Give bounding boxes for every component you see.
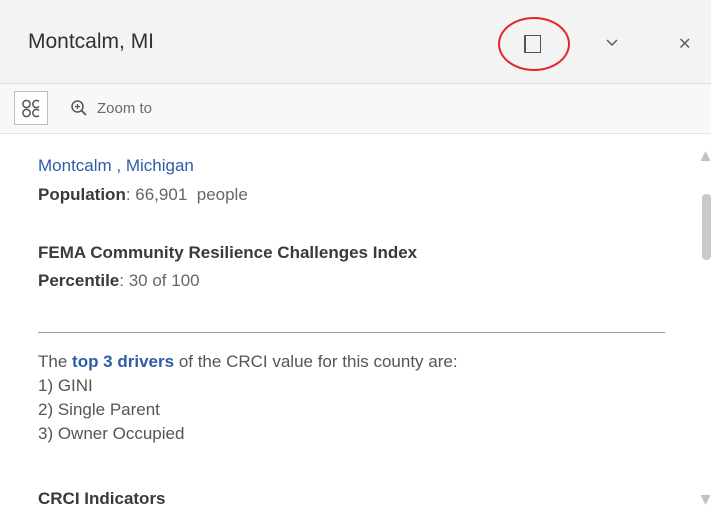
action-bar: Zoom to	[0, 84, 711, 134]
select-feature-icon	[22, 99, 40, 118]
percentile-line: Percentile: 30 of 100	[38, 269, 200, 293]
county-link[interactable]: Montcalm , Michigan	[38, 156, 194, 176]
scroll-up-arrow-icon[interactable]	[700, 150, 711, 162]
population-value: : 66,901	[125, 185, 188, 204]
drivers-link[interactable]: top 3 drivers	[72, 352, 174, 371]
scrollbar-thumb[interactable]	[702, 194, 711, 260]
popup-title: Montcalm, MI	[28, 30, 155, 53]
collapse-button[interactable]	[603, 36, 621, 48]
drivers-intro: The top 3 drivers of the CRCI value for …	[38, 350, 458, 374]
popup-header: Montcalm, MI	[0, 0, 711, 84]
divider	[38, 332, 665, 333]
dock-icon	[524, 35, 541, 53]
index-title: FEMA Community Resilience Challenges Ind…	[38, 243, 418, 262]
zoom-in-icon	[71, 100, 87, 116]
percentile-value: : 30 of 100	[119, 271, 200, 290]
close-icon	[679, 38, 690, 49]
population-label: Population	[38, 185, 126, 204]
zoom-to-label: Zoom to	[97, 99, 153, 117]
feature-popup: Montcalm, MI Zoom to Montcalm , Michigan…	[0, 0, 711, 514]
population-line: Population: 66,901 people	[38, 183, 248, 207]
zoom-to-button[interactable]: Zoom to	[70, 96, 152, 120]
section-heading: CRCI Indicators	[38, 489, 166, 508]
select-feature-button[interactable]	[14, 91, 48, 125]
percentile-label: Percentile	[38, 271, 120, 290]
dock-button[interactable]	[498, 17, 570, 71]
drivers-suffix: of the CRCI value for this county are:	[178, 352, 458, 371]
drivers-prefix: The	[38, 352, 68, 371]
driver-item: 1) GINI	[38, 376, 93, 395]
population-unit: people	[196, 185, 248, 204]
driver-item: 2) Single Parent	[38, 400, 160, 419]
close-button[interactable]	[677, 35, 693, 51]
chevron-down-icon	[606, 39, 618, 47]
driver-item: 3) Owner Occupied	[38, 424, 185, 443]
popup-content: Montcalm , Michigan Population: 66,901 p…	[0, 134, 690, 514]
scroll-down-arrow-icon[interactable]	[700, 494, 711, 506]
